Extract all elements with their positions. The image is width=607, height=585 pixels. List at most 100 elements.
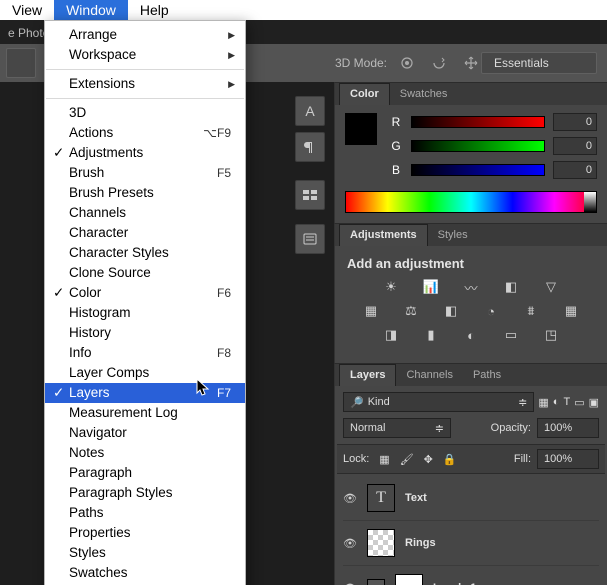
menu-item-notes[interactable]: Notes (45, 443, 245, 463)
brush-presets-panel-icon[interactable] (295, 224, 325, 254)
menu-item-workspace[interactable]: Workspace (45, 45, 245, 65)
curves-icon[interactable]: 〰 (462, 279, 480, 295)
layer-name[interactable]: Rings (405, 537, 436, 549)
color-lookup-icon[interactable]: ▦ (562, 303, 580, 319)
menu-item-brush-presets[interactable]: Brush Presets (45, 183, 245, 203)
paragraph-panel-icon[interactable] (295, 132, 325, 162)
opacity-value[interactable]: 100% (537, 418, 599, 438)
filter-adjust-icon[interactable]: ◐ (553, 396, 560, 408)
layer-row[interactable]: 👁 Levels 1 (343, 566, 599, 585)
photo-filter-icon[interactable]: ◔ (482, 303, 500, 319)
menu-item-character-styles[interactable]: Character Styles (45, 243, 245, 263)
b-label: B (389, 163, 403, 177)
menu-item-brush[interactable]: BrushF5 (45, 163, 245, 183)
gradient-map-icon[interactable]: ▭ (502, 327, 520, 343)
fill-value[interactable]: 100% (537, 449, 599, 469)
layer-row[interactable]: 👁 Rings (343, 521, 599, 566)
tab-adjustments[interactable]: Adjustments (339, 224, 428, 246)
menu-item-paragraph-styles[interactable]: Paragraph Styles (45, 483, 245, 503)
balance-icon[interactable]: ⚖ (402, 303, 420, 319)
menu-item-swatches[interactable]: Swatches (45, 563, 245, 583)
tab-channels[interactable]: Channels (396, 365, 462, 386)
bw-icon[interactable]: ◧ (442, 303, 460, 319)
menu-item-paragraph[interactable]: Paragraph (45, 463, 245, 483)
brightness-icon[interactable]: ☀ (382, 279, 400, 295)
threshold-icon[interactable]: ◐ (462, 327, 480, 343)
os-menubar: View Window Help (0, 0, 607, 20)
hue-icon[interactable]: ▦ (362, 303, 380, 319)
adjustments-title: Add an adjustment (347, 256, 595, 271)
color-spectrum[interactable] (345, 191, 597, 213)
filter-type-icon[interactable]: T (563, 396, 570, 408)
exposure-icon[interactable]: ◧ (502, 279, 520, 295)
eye-icon[interactable]: 👁 (343, 537, 357, 550)
levels-icon[interactable]: 📊 (422, 279, 440, 295)
menu-item-layer-comps[interactable]: Layer Comps (45, 363, 245, 383)
menu-item-history[interactable]: History (45, 323, 245, 343)
levels-icon[interactable] (367, 579, 385, 585)
g-value[interactable]: 0 (553, 137, 597, 155)
3d-orbit-icon[interactable] (395, 51, 419, 75)
menu-item-paths[interactable]: Paths (45, 503, 245, 523)
menu-help[interactable]: Help (128, 0, 181, 21)
vibrance-icon[interactable]: ▽ (542, 279, 560, 295)
tab-paths[interactable]: Paths (463, 365, 511, 386)
type-layer-thumb[interactable]: T (367, 484, 395, 512)
channel-mixer-icon[interactable]: ⩩ (522, 303, 540, 319)
3d-roll-icon[interactable] (427, 51, 451, 75)
invert-icon[interactable]: ◨ (382, 327, 400, 343)
menu-item-color[interactable]: ✓ColorF6 (45, 283, 245, 303)
menu-item-layers[interactable]: ✓LayersF7 (45, 383, 245, 403)
menu-item-extensions[interactable]: Extensions (45, 74, 245, 94)
filter-smart-icon[interactable]: ▣ (589, 396, 599, 409)
selective-color-icon[interactable]: ◳ (542, 327, 560, 343)
tab-styles-inadj[interactable]: Styles (428, 225, 478, 246)
menu-item-clone-source[interactable]: Clone Source (45, 263, 245, 283)
lock-all-icon[interactable]: 🔒 (443, 453, 457, 466)
lock-pixels-icon[interactable]: 🖌 (400, 453, 414, 466)
lock-label: Lock: (343, 453, 369, 465)
eye-icon[interactable]: 👁 (343, 582, 357, 585)
menu-view[interactable]: View (0, 0, 54, 21)
eye-icon[interactable]: 👁 (343, 492, 357, 505)
layer-name[interactable]: Text (405, 492, 427, 504)
b-slider[interactable] (411, 164, 545, 176)
posterize-icon[interactable]: ▮ (422, 327, 440, 343)
filter-pixel-icon[interactable]: ▦ (538, 396, 548, 409)
menu-item-histogram[interactable]: Histogram (45, 303, 245, 323)
tab-swatches[interactable]: Swatches (390, 84, 458, 105)
tab-layers[interactable]: Layers (339, 364, 396, 386)
mask-thumb[interactable] (395, 574, 423, 585)
menu-window[interactable]: Window (54, 0, 128, 21)
blend-mode-select[interactable]: Normal≑ (343, 418, 451, 438)
3d-pan-icon[interactable] (459, 51, 483, 75)
lock-position-icon[interactable]: ✥ (424, 453, 433, 466)
pixel-layer-thumb[interactable] (367, 529, 395, 557)
menu-item-info[interactable]: InfoF8 (45, 343, 245, 363)
workspace-switcher[interactable]: Essentials (481, 52, 597, 74)
b-value[interactable]: 0 (553, 161, 597, 179)
menu-item-styles[interactable]: Styles (45, 543, 245, 563)
filter-shape-icon[interactable]: ▭ (574, 396, 584, 409)
menu-item-navigator[interactable]: Navigator (45, 423, 245, 443)
menu-item-arrange[interactable]: Arrange (45, 25, 245, 45)
menu-item-properties[interactable]: Properties (45, 523, 245, 543)
menu-item-channels[interactable]: Channels (45, 203, 245, 223)
menu-item-actions[interactable]: Actions⌥F9 (45, 123, 245, 143)
brush-panel-icon[interactable] (295, 180, 325, 210)
r-value[interactable]: 0 (553, 113, 597, 131)
menu-item-adjustments[interactable]: ✓Adjustments (45, 143, 245, 163)
mouse-cursor-icon (196, 378, 210, 399)
r-slider[interactable] (411, 116, 545, 128)
menu-item-character[interactable]: Character (45, 223, 245, 243)
layer-row[interactable]: 👁 T Text (343, 476, 599, 521)
character-panel-icon[interactable]: A (295, 96, 325, 126)
lock-transparent-icon[interactable]: ▦ (379, 453, 389, 466)
menu-item-measurement-log[interactable]: Measurement Log (45, 403, 245, 423)
g-slider[interactable] (411, 140, 545, 152)
tab-color[interactable]: Color (339, 83, 390, 105)
foreground-color-swatch[interactable] (345, 113, 377, 145)
menu-item-3d[interactable]: 3D (45, 103, 245, 123)
layer-kind-filter[interactable]: 🔎 Kind ≑ (343, 392, 534, 412)
tool-preset-icon[interactable] (6, 48, 36, 78)
